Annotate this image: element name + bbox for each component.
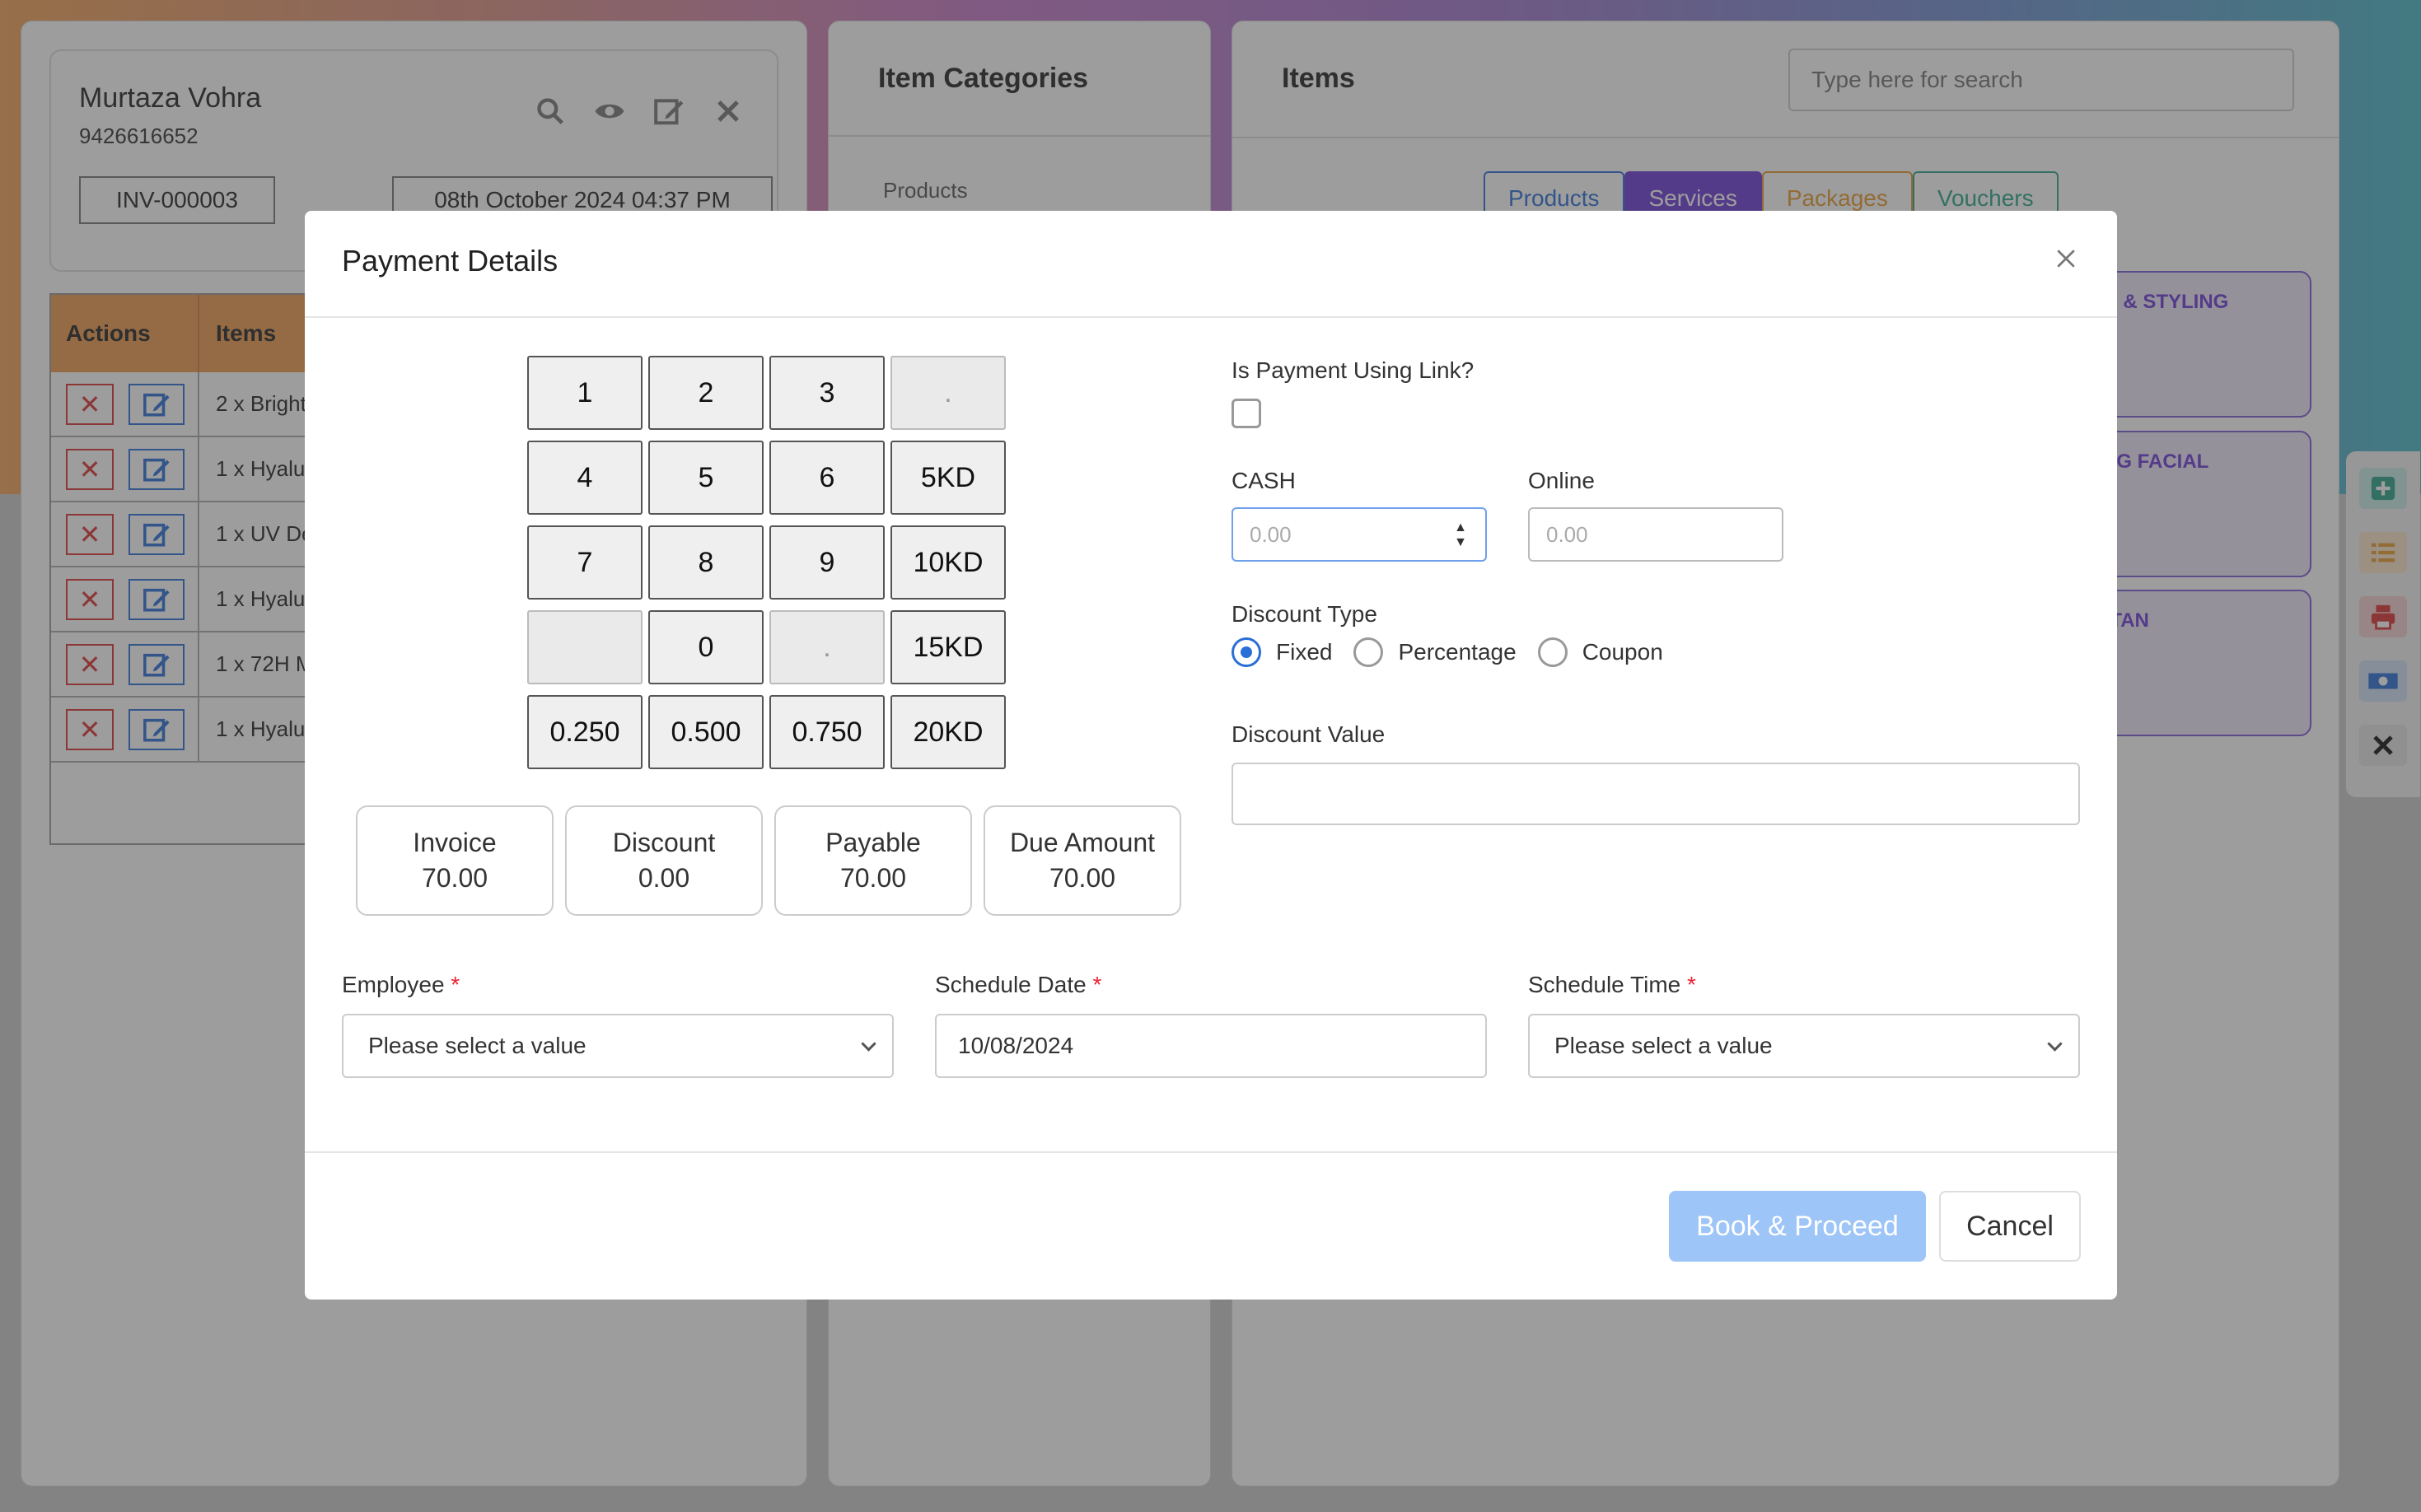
online-placeholder: 0.00 (1546, 521, 1588, 547)
discount-value-label: Discount Value (1232, 721, 1386, 747)
summary-invoice: Invoice 70.00 (356, 805, 554, 916)
summary-label: Discount (612, 828, 716, 857)
modal-close-button[interactable] (2049, 242, 2082, 275)
key-1[interactable]: 1 (527, 356, 643, 430)
key-0[interactable]: 0 (648, 610, 764, 684)
cancel-button[interactable]: Cancel (1939, 1191, 2081, 1262)
divider (305, 1151, 2117, 1153)
schedule-date-value: 10/08/2024 (958, 1033, 1074, 1058)
required-mark: * (1687, 972, 1696, 997)
radio-button[interactable] (1232, 637, 1261, 667)
key-5[interactable]: 5 (648, 441, 764, 515)
schedule-date-label: Schedule Date * (935, 972, 1101, 998)
cash-placeholder: 0.00 (1250, 521, 1292, 547)
key-8[interactable]: 8 (648, 525, 764, 600)
number-spinner[interactable]: ▲ ▼ (1454, 520, 1467, 550)
key-blank-disabled (527, 610, 643, 684)
discount-value-input[interactable] (1232, 763, 2080, 825)
summary-value: 70.00 (839, 863, 907, 893)
summary-label: Invoice (413, 828, 497, 857)
schedule-time-selected-value: Please select a value (1554, 1033, 1773, 1058)
radio-button[interactable] (1353, 637, 1384, 667)
summary-label: Due Amount (1009, 828, 1156, 857)
numeric-keypad: 1 2 3 . 4 5 6 5KD 7 8 9 10KD 0 . 15KD 0.… (527, 356, 1006, 769)
key-7[interactable]: 7 (527, 525, 643, 600)
discount-type-fixed[interactable]: Fixed (1232, 637, 1332, 667)
discount-type-coupon[interactable]: Coupon (1537, 637, 1663, 667)
radio-label: Coupon (1582, 639, 1663, 665)
key-6[interactable]: 6 (769, 441, 885, 515)
online-input[interactable]: 0.00 (1528, 507, 1783, 562)
schedule-time-select[interactable]: Please select a value (1528, 1014, 2080, 1078)
summary-value: 70.00 (1049, 863, 1116, 893)
close-icon (2057, 250, 2075, 268)
discount-type-label: Discount Type (1232, 601, 1377, 627)
radio-button[interactable] (1537, 637, 1568, 667)
key-10kd[interactable]: 10KD (890, 525, 1006, 600)
summary-label: Payable (825, 828, 921, 857)
payment-link-label: Is Payment Using Link? (1232, 357, 1475, 383)
key-15kd[interactable]: 15KD (890, 610, 1006, 684)
summary-discount: Discount 0.00 (565, 805, 763, 916)
schedule-date-label-text: Schedule Date (935, 972, 1087, 997)
summary-value: 0.00 (638, 863, 690, 893)
schedule-date-input[interactable]: 10/08/2024 (935, 1014, 1487, 1078)
payment-summary: Invoice 70.00 Discount 0.00 Payable 70.0… (356, 805, 1181, 916)
payment-link-checkbox[interactable] (1232, 399, 1261, 428)
key-3[interactable]: 3 (769, 356, 885, 430)
employee-label-text: Employee (342, 972, 445, 997)
summary-payable: Payable 70.00 (774, 805, 972, 916)
summary-value: 70.00 (421, 863, 488, 893)
employee-label: Employee * (342, 972, 460, 998)
radio-label: Fixed (1276, 639, 1333, 665)
online-label: Online (1528, 468, 1595, 493)
schedule-time-label: Schedule Time * (1528, 972, 1696, 998)
key-decimal-disabled: . (890, 356, 1006, 430)
key-decimal-disabled: . (769, 610, 885, 684)
book-and-proceed-button[interactable]: Book & Proceed (1669, 1191, 1926, 1262)
required-mark: * (1092, 972, 1102, 997)
discount-type-percentage[interactable]: Percentage (1353, 637, 1517, 667)
key-4[interactable]: 4 (527, 441, 643, 515)
employee-select[interactable]: Please select a value (342, 1014, 894, 1078)
employee-selected-value: Please select a value (368, 1033, 587, 1058)
discount-type-options: Fixed Percentage Coupon (1232, 637, 1663, 667)
radio-label: Percentage (1398, 639, 1517, 665)
payment-details-modal: Payment Details 1 2 3 . 4 5 6 5KD 7 8 9 … (305, 211, 2117, 1300)
key-20kd[interactable]: 20KD (890, 695, 1006, 769)
key-0-250[interactable]: 0.250 (527, 695, 643, 769)
key-0-750[interactable]: 0.750 (769, 695, 885, 769)
cash-label: CASH (1232, 468, 1296, 493)
key-0-500[interactable]: 0.500 (648, 695, 764, 769)
divider (305, 316, 2117, 318)
key-2[interactable]: 2 (648, 356, 764, 430)
modal-title: Payment Details (342, 244, 559, 278)
summary-due-amount: Due Amount 70.00 (984, 805, 1181, 916)
schedule-time-label-text: Schedule Time (1528, 972, 1681, 997)
key-5kd[interactable]: 5KD (890, 441, 1006, 515)
required-mark: * (451, 972, 460, 997)
cash-input[interactable]: 0.00 ▲ ▼ (1232, 507, 1487, 562)
key-9[interactable]: 9 (769, 525, 885, 600)
